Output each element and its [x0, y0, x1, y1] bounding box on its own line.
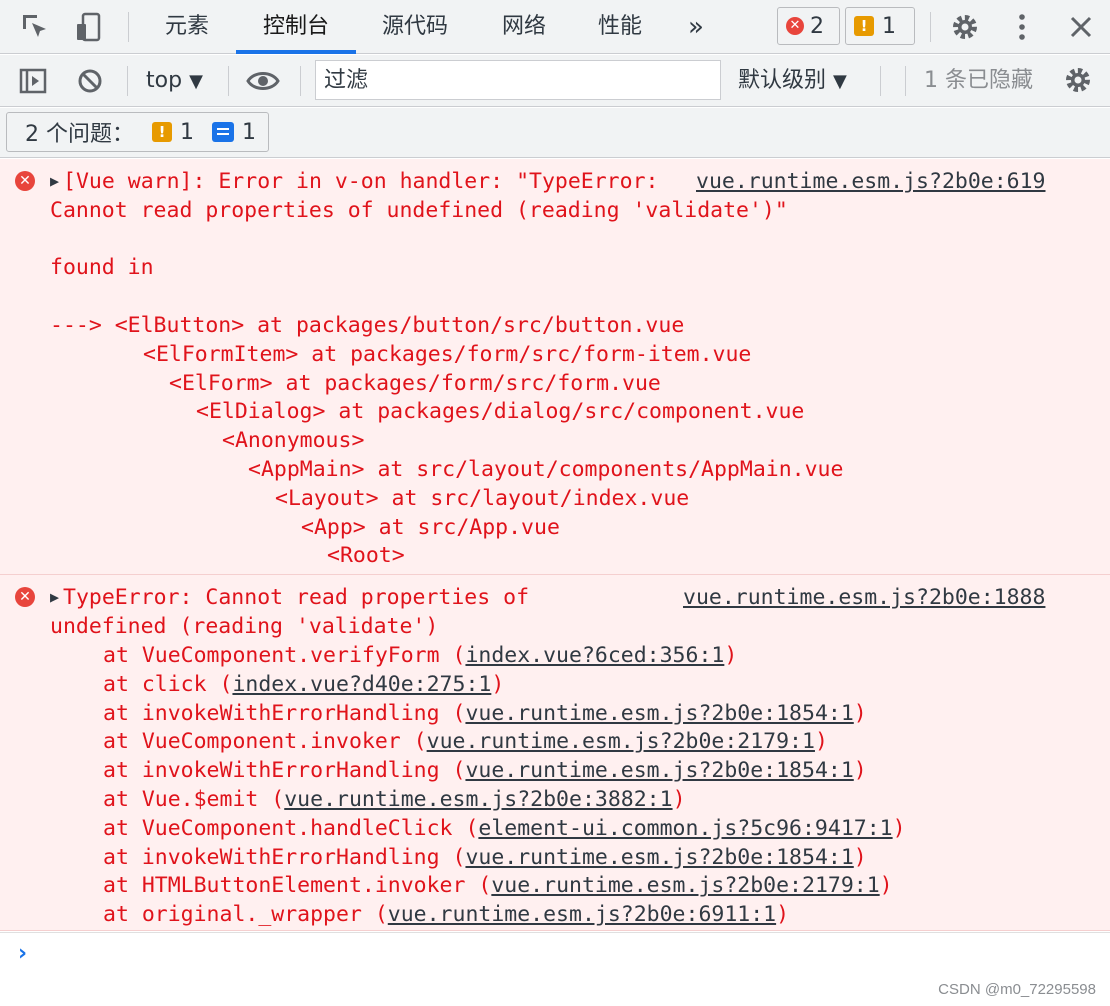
separator: [300, 66, 301, 96]
source-link[interactable]: vue.runtime.esm.js?2b0e:1888: [683, 583, 1045, 612]
warning-count-badge[interactable]: ! 1: [845, 7, 915, 45]
stack-frame: at VueComponent.verifyForm (index.vue?6c…: [103, 643, 738, 668]
separator: [228, 66, 229, 96]
console-toolbar: top ▼ 默认级别 ▼ 1 条已隐藏: [0, 55, 1110, 107]
more-options-icon[interactable]: [1005, 10, 1039, 44]
stack-frame: at VueComponent.invoker (vue.runtime.esm…: [103, 729, 828, 755]
tab-network[interactable]: 网络: [486, 0, 562, 54]
stack-frame: at Vue.$emit (vue.runtime.esm.js?2b0e:38…: [103, 787, 686, 812]
issues-button[interactable]: 2 个问题： ! 1 1: [6, 112, 269, 152]
watermark: CSDN @m0_72295598: [938, 981, 1096, 998]
console-error-message[interactable]: ✕ ▶ [Vue warn]: Error in v-on handler: "T…: [0, 159, 1110, 575]
inspect-element-icon[interactable]: [18, 10, 52, 44]
source-link[interactable]: vue.runtime.esm.js?2b0e:619: [696, 167, 1046, 196]
stack-frame: at click (index.vue?d40e:275:1): [103, 671, 505, 697]
console-error-message[interactable]: ✕ ▶ TypeError: Cannot read properties of …: [0, 575, 1110, 931]
stack-frame-link[interactable]: vue.runtime.esm.js?2b0e:6911:1: [388, 902, 776, 927]
tab-elements[interactable]: 元素: [148, 0, 226, 54]
stack-frame-link[interactable]: index.vue?d40e:275:1: [232, 672, 491, 697]
tab-sources[interactable]: 源代码: [366, 0, 464, 54]
live-expression-eye-icon[interactable]: [246, 64, 280, 98]
devtools-tabbar: 元素 控制台 源代码 网络 性能 » ✕ 2 ! 1: [0, 0, 1110, 54]
sidebar-toggle-icon[interactable]: [16, 64, 50, 98]
error-icon: ✕: [15, 171, 35, 191]
separator: [880, 66, 881, 96]
dropdown-arrow-icon: ▼: [189, 71, 203, 92]
stack-frame-link[interactable]: element-ui.common.js?5c96:9417:1: [478, 816, 892, 841]
stack-frame: at VueComponent.handleClick (element-ui.…: [103, 815, 906, 841]
separator: [930, 12, 931, 42]
error-icon: ✕: [786, 17, 804, 35]
stack-frame-link[interactable]: vue.runtime.esm.js?2b0e:2179:1: [491, 873, 879, 898]
more-tabs-icon[interactable]: »: [676, 0, 716, 54]
stack-frame-link[interactable]: vue.runtime.esm.js?2b0e:2179:1: [427, 729, 815, 754]
tab-console[interactable]: 控制台: [236, 0, 356, 54]
hidden-messages-count: 1 条已隐藏: [924, 68, 1033, 93]
log-level-selector[interactable]: 默认级别 ▼: [738, 55, 847, 107]
expand-triangle-icon[interactable]: ▶: [50, 167, 59, 196]
stack-frame-link[interactable]: vue.runtime.esm.js?2b0e:1854:1: [465, 845, 853, 870]
console-messages: ✕ ▶ [Vue warn]: Error in v-on handler: "T…: [0, 159, 1110, 931]
dropdown-arrow-icon: ▼: [833, 71, 847, 92]
stack-frame: at invokeWithErrorHandling (vue.runtime.…: [103, 758, 867, 784]
clear-console-icon[interactable]: [73, 64, 107, 98]
prompt-chevron-icon: ›: [18, 941, 28, 966]
close-icon[interactable]: [1064, 10, 1098, 44]
info-message-icon: [212, 122, 234, 142]
filter-input[interactable]: [315, 60, 721, 100]
active-tab-indicator: [236, 50, 356, 54]
separator: [905, 66, 906, 96]
expand-triangle-icon[interactable]: ▶: [50, 583, 59, 612]
device-toolbar-icon[interactable]: [72, 10, 106, 44]
separator: [128, 12, 129, 42]
stack-frame: at original._wrapper (vue.runtime.esm.js…: [103, 902, 790, 928]
stack-frame-link[interactable]: vue.runtime.esm.js?2b0e:1854:1: [465, 758, 853, 783]
context-selector[interactable]: top ▼: [146, 55, 203, 107]
separator: [127, 66, 128, 96]
console-settings-gear-icon[interactable]: [1061, 63, 1095, 97]
tab-performance[interactable]: 性能: [584, 0, 656, 54]
stack-frame: at HTMLButtonElement.invoker (vue.runtim…: [103, 873, 893, 899]
issues-bar: 2 个问题： ! 1 1: [0, 108, 1110, 158]
settings-gear-icon[interactable]: [948, 10, 982, 44]
stack-frame-link[interactable]: vue.runtime.esm.js?2b0e:3882:1: [284, 787, 672, 812]
stack-frame-link[interactable]: index.vue?6ced:356:1: [465, 643, 724, 668]
warning-icon: !: [152, 122, 172, 142]
stack-frame: at invokeWithErrorHandling (vue.runtime.…: [103, 844, 867, 870]
error-count-badge[interactable]: ✕ 2: [777, 7, 840, 45]
error-icon: ✕: [15, 587, 35, 607]
stack-frame: at invokeWithErrorHandling (vue.runtime.…: [103, 700, 867, 726]
stack-frame-link[interactable]: vue.runtime.esm.js?2b0e:1854:1: [465, 701, 853, 726]
warning-icon: !: [854, 16, 874, 36]
